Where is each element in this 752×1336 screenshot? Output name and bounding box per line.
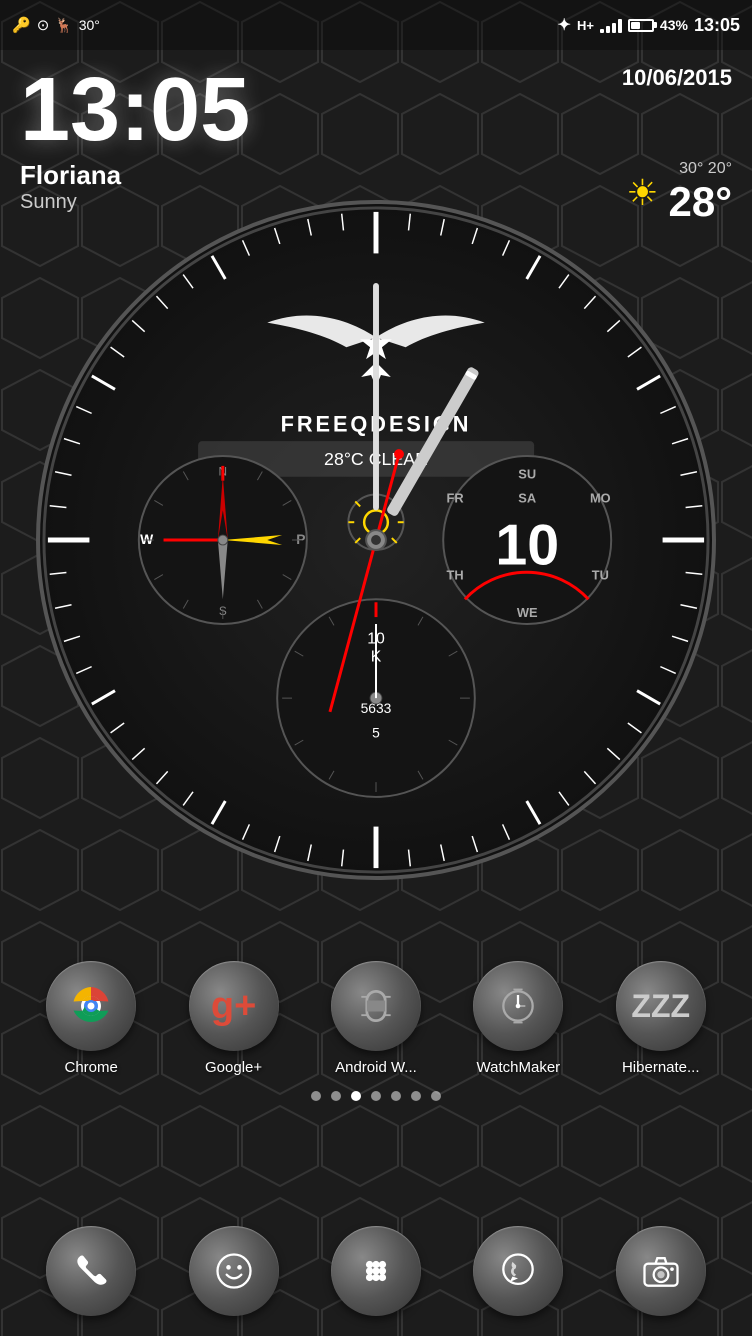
hibernate-label: Hibernate... bbox=[622, 1059, 700, 1076]
watch-svg: FREEQDESIGN 28°C CLEAR N S bbox=[40, 204, 712, 876]
page-indicators bbox=[0, 1091, 752, 1101]
svg-text:FR: FR bbox=[447, 490, 464, 505]
app-row: Chrome g+ Google+ Android W... bbox=[0, 961, 752, 1076]
battery-icon bbox=[628, 19, 654, 32]
page-dot-5[interactable] bbox=[391, 1091, 401, 1101]
svg-text:TU: TU bbox=[592, 568, 609, 583]
signal-icon bbox=[600, 17, 622, 33]
page-dot-2[interactable] bbox=[331, 1091, 341, 1101]
chrome-icon-circle[interactable] bbox=[46, 961, 136, 1051]
battery-percent: 43% bbox=[660, 17, 688, 33]
status-bar: 🔑 ⊙ 🦌 30° ✦ H+ 43% 13:05 bbox=[0, 0, 752, 50]
status-right-icons: ✦ H+ 43% 13:05 bbox=[558, 15, 740, 36]
watch-container[interactable]: FREEQDESIGN 28°C CLEAR N S bbox=[36, 200, 716, 880]
hibernate-icon: ZZZ bbox=[631, 988, 690, 1025]
chrome-label: Chrome bbox=[65, 1059, 118, 1076]
svg-text:10: 10 bbox=[495, 514, 559, 578]
status-time: 13:05 bbox=[694, 15, 740, 36]
androidwear-label: Android W... bbox=[335, 1059, 417, 1076]
svg-text:WE: WE bbox=[517, 605, 538, 620]
page-dot-1[interactable] bbox=[311, 1091, 321, 1101]
page-dot-3[interactable] bbox=[351, 1091, 361, 1101]
svg-text:SA: SA bbox=[518, 490, 536, 505]
target-icon: ⊙ bbox=[37, 16, 50, 34]
camera-icon bbox=[639, 1249, 683, 1293]
grid-icon bbox=[354, 1249, 398, 1293]
androidwear-icon-circle[interactable] bbox=[331, 961, 421, 1051]
animal-icon: 🦌 bbox=[55, 17, 72, 34]
svg-text:5: 5 bbox=[372, 725, 380, 741]
googleplus-icon: g+ bbox=[211, 985, 256, 1028]
watch-face: FREEQDESIGN 28°C CLEAR N S bbox=[36, 200, 716, 880]
app-item-chrome[interactable]: Chrome bbox=[46, 961, 136, 1076]
page-dot-7[interactable] bbox=[431, 1091, 441, 1101]
status-temp: 30° bbox=[79, 17, 100, 33]
bluetooth-icon: ✦ bbox=[558, 15, 571, 35]
status-left-icons: 🔑 ⊙ 🦌 30° bbox=[12, 16, 100, 34]
chrome-icon bbox=[67, 982, 115, 1030]
phone-icon bbox=[69, 1249, 113, 1293]
page-dot-6[interactable] bbox=[411, 1091, 421, 1101]
svg-text:W: W bbox=[140, 531, 154, 547]
dock-item-messages[interactable] bbox=[189, 1226, 279, 1316]
date-display: 10/06/2015 bbox=[622, 65, 732, 91]
temp-range: 30° 20° bbox=[668, 160, 732, 178]
whatsapp-icon bbox=[496, 1249, 540, 1293]
watchmaker-label: WatchMaker bbox=[477, 1059, 561, 1076]
watchmaker-icon-circle[interactable] bbox=[473, 961, 563, 1051]
app-item-hibernate[interactable]: ZZZ Hibernate... bbox=[616, 961, 706, 1076]
network-type-icon: H+ bbox=[577, 18, 594, 33]
smiley-icon bbox=[212, 1249, 256, 1293]
dock-item-whatsapp[interactable] bbox=[473, 1226, 563, 1316]
hibernate-icon-circle[interactable]: ZZZ bbox=[616, 961, 706, 1051]
googleplus-label: Google+ bbox=[205, 1059, 262, 1076]
app-item-googleplus[interactable]: g+ Google+ bbox=[189, 961, 279, 1076]
svg-text:SU: SU bbox=[518, 467, 536, 482]
app-item-androidwear[interactable]: Android W... bbox=[331, 961, 421, 1076]
svg-text:TH: TH bbox=[447, 568, 464, 583]
app-item-watchmaker[interactable]: WatchMaker bbox=[473, 961, 563, 1076]
dock-item-phone[interactable] bbox=[46, 1226, 136, 1316]
watchmaker-icon bbox=[496, 984, 540, 1028]
googleplus-icon-circle[interactable]: g+ bbox=[189, 961, 279, 1051]
key-icon: 🔑 bbox=[12, 16, 31, 34]
page-dot-4[interactable] bbox=[371, 1091, 381, 1101]
dock-item-camera[interactable] bbox=[616, 1226, 706, 1316]
bottom-dock bbox=[0, 1226, 752, 1316]
location-name: Floriana bbox=[20, 160, 121, 191]
svg-text:P: P bbox=[296, 531, 305, 547]
app-dock: Chrome g+ Google+ Android W... bbox=[0, 961, 752, 1116]
androidwear-icon bbox=[354, 984, 398, 1028]
dock-item-apps[interactable] bbox=[331, 1226, 421, 1316]
svg-text:MO: MO bbox=[590, 490, 611, 505]
